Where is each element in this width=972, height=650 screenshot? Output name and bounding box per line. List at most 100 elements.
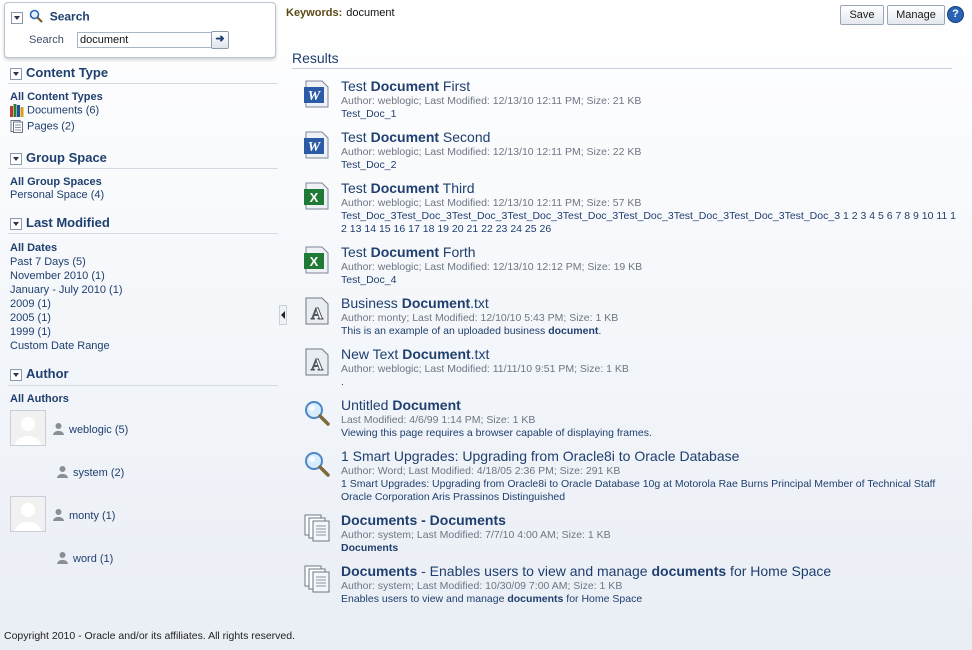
all-authors: All Authors: [10, 393, 69, 405]
all-content-types: All Content Types: [10, 91, 103, 103]
result-title-link[interactable]: Test Document Forth: [341, 244, 476, 260]
facet-date[interactable]: January - July 2010 (1): [10, 284, 123, 296]
facet-author-monty[interactable]: monty (1): [52, 508, 115, 524]
result-meta: Author: weblogic; Last Modified: 12/13/1…: [341, 95, 642, 107]
search-go-button[interactable]: ➜: [211, 31, 229, 49]
all-dates: All Dates: [10, 242, 58, 254]
result-title-link[interactable]: Documents - Enables users to view and ma…: [341, 563, 831, 579]
result-meta: Author: monty; Last Modified: 12/10/10 5…: [341, 312, 619, 324]
result-meta: Author: weblogic; Last Modified: 11/11/1…: [341, 363, 629, 375]
sidebar-collapse-splitter[interactable]: [279, 305, 287, 325]
result-title-link[interactable]: Business Document.txt: [341, 295, 489, 311]
result-title-link[interactable]: Test Document Second: [341, 129, 490, 145]
svg-text:X: X: [310, 254, 319, 269]
result-snippet: 1 Smart Upgrades: Upgrading from Oracle8…: [341, 478, 936, 503]
last-modified-header[interactable]: Last Modified: [10, 215, 110, 230]
divider: [8, 233, 278, 234]
facet-pages[interactable]: Pages (2): [10, 120, 75, 133]
arrow-right-icon: ➜: [215, 33, 225, 45]
keywords-label: Keywords:: [286, 7, 343, 19]
content-type-header[interactable]: Content Type: [10, 65, 108, 80]
facet-custom-date-range[interactable]: Custom Date Range: [10, 340, 110, 352]
result-snippet: Viewing this page requires a browser cap…: [341, 427, 652, 439]
all-group-spaces: All Group Spaces: [10, 176, 102, 188]
avatar: [10, 410, 46, 446]
svg-text:A: A: [311, 304, 324, 323]
results-heading: Results: [292, 50, 339, 66]
author-label: system (2): [73, 466, 125, 479]
pages-icon: [303, 565, 331, 593]
divider: [8, 83, 278, 84]
group-space-header[interactable]: Group Space: [10, 150, 107, 165]
user-icon: [52, 422, 65, 438]
keywords-value: document: [346, 7, 395, 19]
result-meta: Author: Word; Last Modified: 4/18/05 2:3…: [341, 465, 621, 477]
collapse-toggle-icon[interactable]: [10, 217, 22, 230]
facet-label: Pages (2): [27, 120, 75, 133]
result-meta: Author: system; Last Modified: 10/30/09 …: [341, 580, 623, 592]
result-snippet: This is an example of an uploaded busine…: [341, 325, 602, 337]
result-title-link[interactable]: 1 Smart Upgrades: Upgrading from Oracle8…: [341, 448, 739, 464]
facet-documents[interactable]: Documents (6): [10, 104, 99, 117]
group-space-heading: Group Space: [26, 150, 107, 165]
text-doc-icon: A: [303, 348, 331, 376]
content-type-heading: Content Type: [26, 65, 109, 80]
search-panel-header[interactable]: Search: [11, 9, 90, 26]
collapse-toggle-icon[interactable]: [11, 11, 23, 24]
author-heading: Author: [26, 366, 69, 381]
manage-button[interactable]: Manage: [887, 5, 945, 25]
result-snippet: .: [341, 376, 344, 388]
facet-date[interactable]: 2005 (1): [10, 312, 51, 324]
magnifier-icon: [303, 450, 331, 478]
result-meta: Last Modified: 4/6/99 1:14 PM; Size: 1 K…: [341, 414, 536, 426]
result-title-link[interactable]: Test Document Third: [341, 180, 475, 196]
result-snippet: Test_Doc_1: [341, 108, 397, 120]
result-snippet: Enables users to view and manage documen…: [341, 593, 643, 605]
help-icon[interactable]: ?: [947, 6, 964, 23]
divider: [8, 168, 278, 169]
search-panel-title: Search: [49, 9, 90, 24]
result-meta: Author: weblogic; Last Modified: 12/13/1…: [341, 261, 643, 273]
svg-text:W: W: [308, 140, 322, 155]
author-header[interactable]: Author: [10, 366, 69, 381]
result-snippet: Test_Doc_4: [341, 274, 397, 286]
avatar: [10, 496, 46, 532]
last-modified-heading: Last Modified: [26, 215, 110, 230]
search-panel: Search Search ➜: [4, 2, 276, 58]
facet-author-system[interactable]: system (2): [56, 465, 124, 481]
facet-personal-space[interactable]: Personal Space (4): [10, 189, 104, 201]
search-input[interactable]: [77, 32, 213, 48]
result-title-link[interactable]: Test Document First: [341, 78, 470, 94]
facet-date[interactable]: Past 7 Days (5): [10, 256, 86, 268]
author-label: word (1): [73, 552, 114, 565]
result-meta: Author: weblogic; Last Modified: 12/13/1…: [341, 197, 642, 209]
books-icon: [10, 104, 24, 117]
keywords-display: Keywords: document: [286, 7, 395, 19]
facet-label: Documents (6): [27, 104, 100, 117]
result-meta: Author: system; Last Modified: 7/7/10 4:…: [341, 529, 611, 541]
result-snippet: Documents: [341, 542, 399, 554]
copyright-footer: Copyright 2010 - Oracle and/or its affil…: [4, 630, 296, 642]
divider: [8, 385, 278, 386]
word-doc-icon: W: [303, 80, 331, 108]
save-button[interactable]: Save: [840, 5, 884, 25]
text-doc-icon: A: [303, 297, 331, 325]
facet-date[interactable]: 1999 (1): [10, 326, 51, 338]
facet-date[interactable]: 2009 (1): [10, 298, 51, 310]
result-title-link[interactable]: Untitled Document: [341, 397, 461, 413]
search-label: Search: [29, 34, 64, 46]
facet-author-weblogic[interactable]: weblogic (5): [52, 422, 128, 438]
pages-icon: [303, 514, 331, 542]
result-snippet: Test_Doc_2: [341, 159, 397, 171]
svg-text:X: X: [310, 190, 319, 205]
collapse-toggle-icon[interactable]: [10, 67, 22, 80]
result-snippet: Test_Doc_3Test_Doc_3Test_Doc_3Test_Doc_3…: [341, 210, 957, 235]
result-title-link[interactable]: New Text Document.txt: [341, 346, 489, 362]
collapse-toggle-icon[interactable]: [10, 368, 22, 381]
facet-date[interactable]: November 2010 (1): [10, 270, 105, 282]
collapse-toggle-icon[interactable]: [10, 152, 22, 165]
facet-author-word[interactable]: word (1): [56, 551, 113, 567]
result-title-link[interactable]: Documents - Documents: [341, 512, 506, 528]
sidebar: Search Search ➜ Content Type All Content…: [0, 0, 280, 630]
user-icon: [56, 465, 69, 481]
